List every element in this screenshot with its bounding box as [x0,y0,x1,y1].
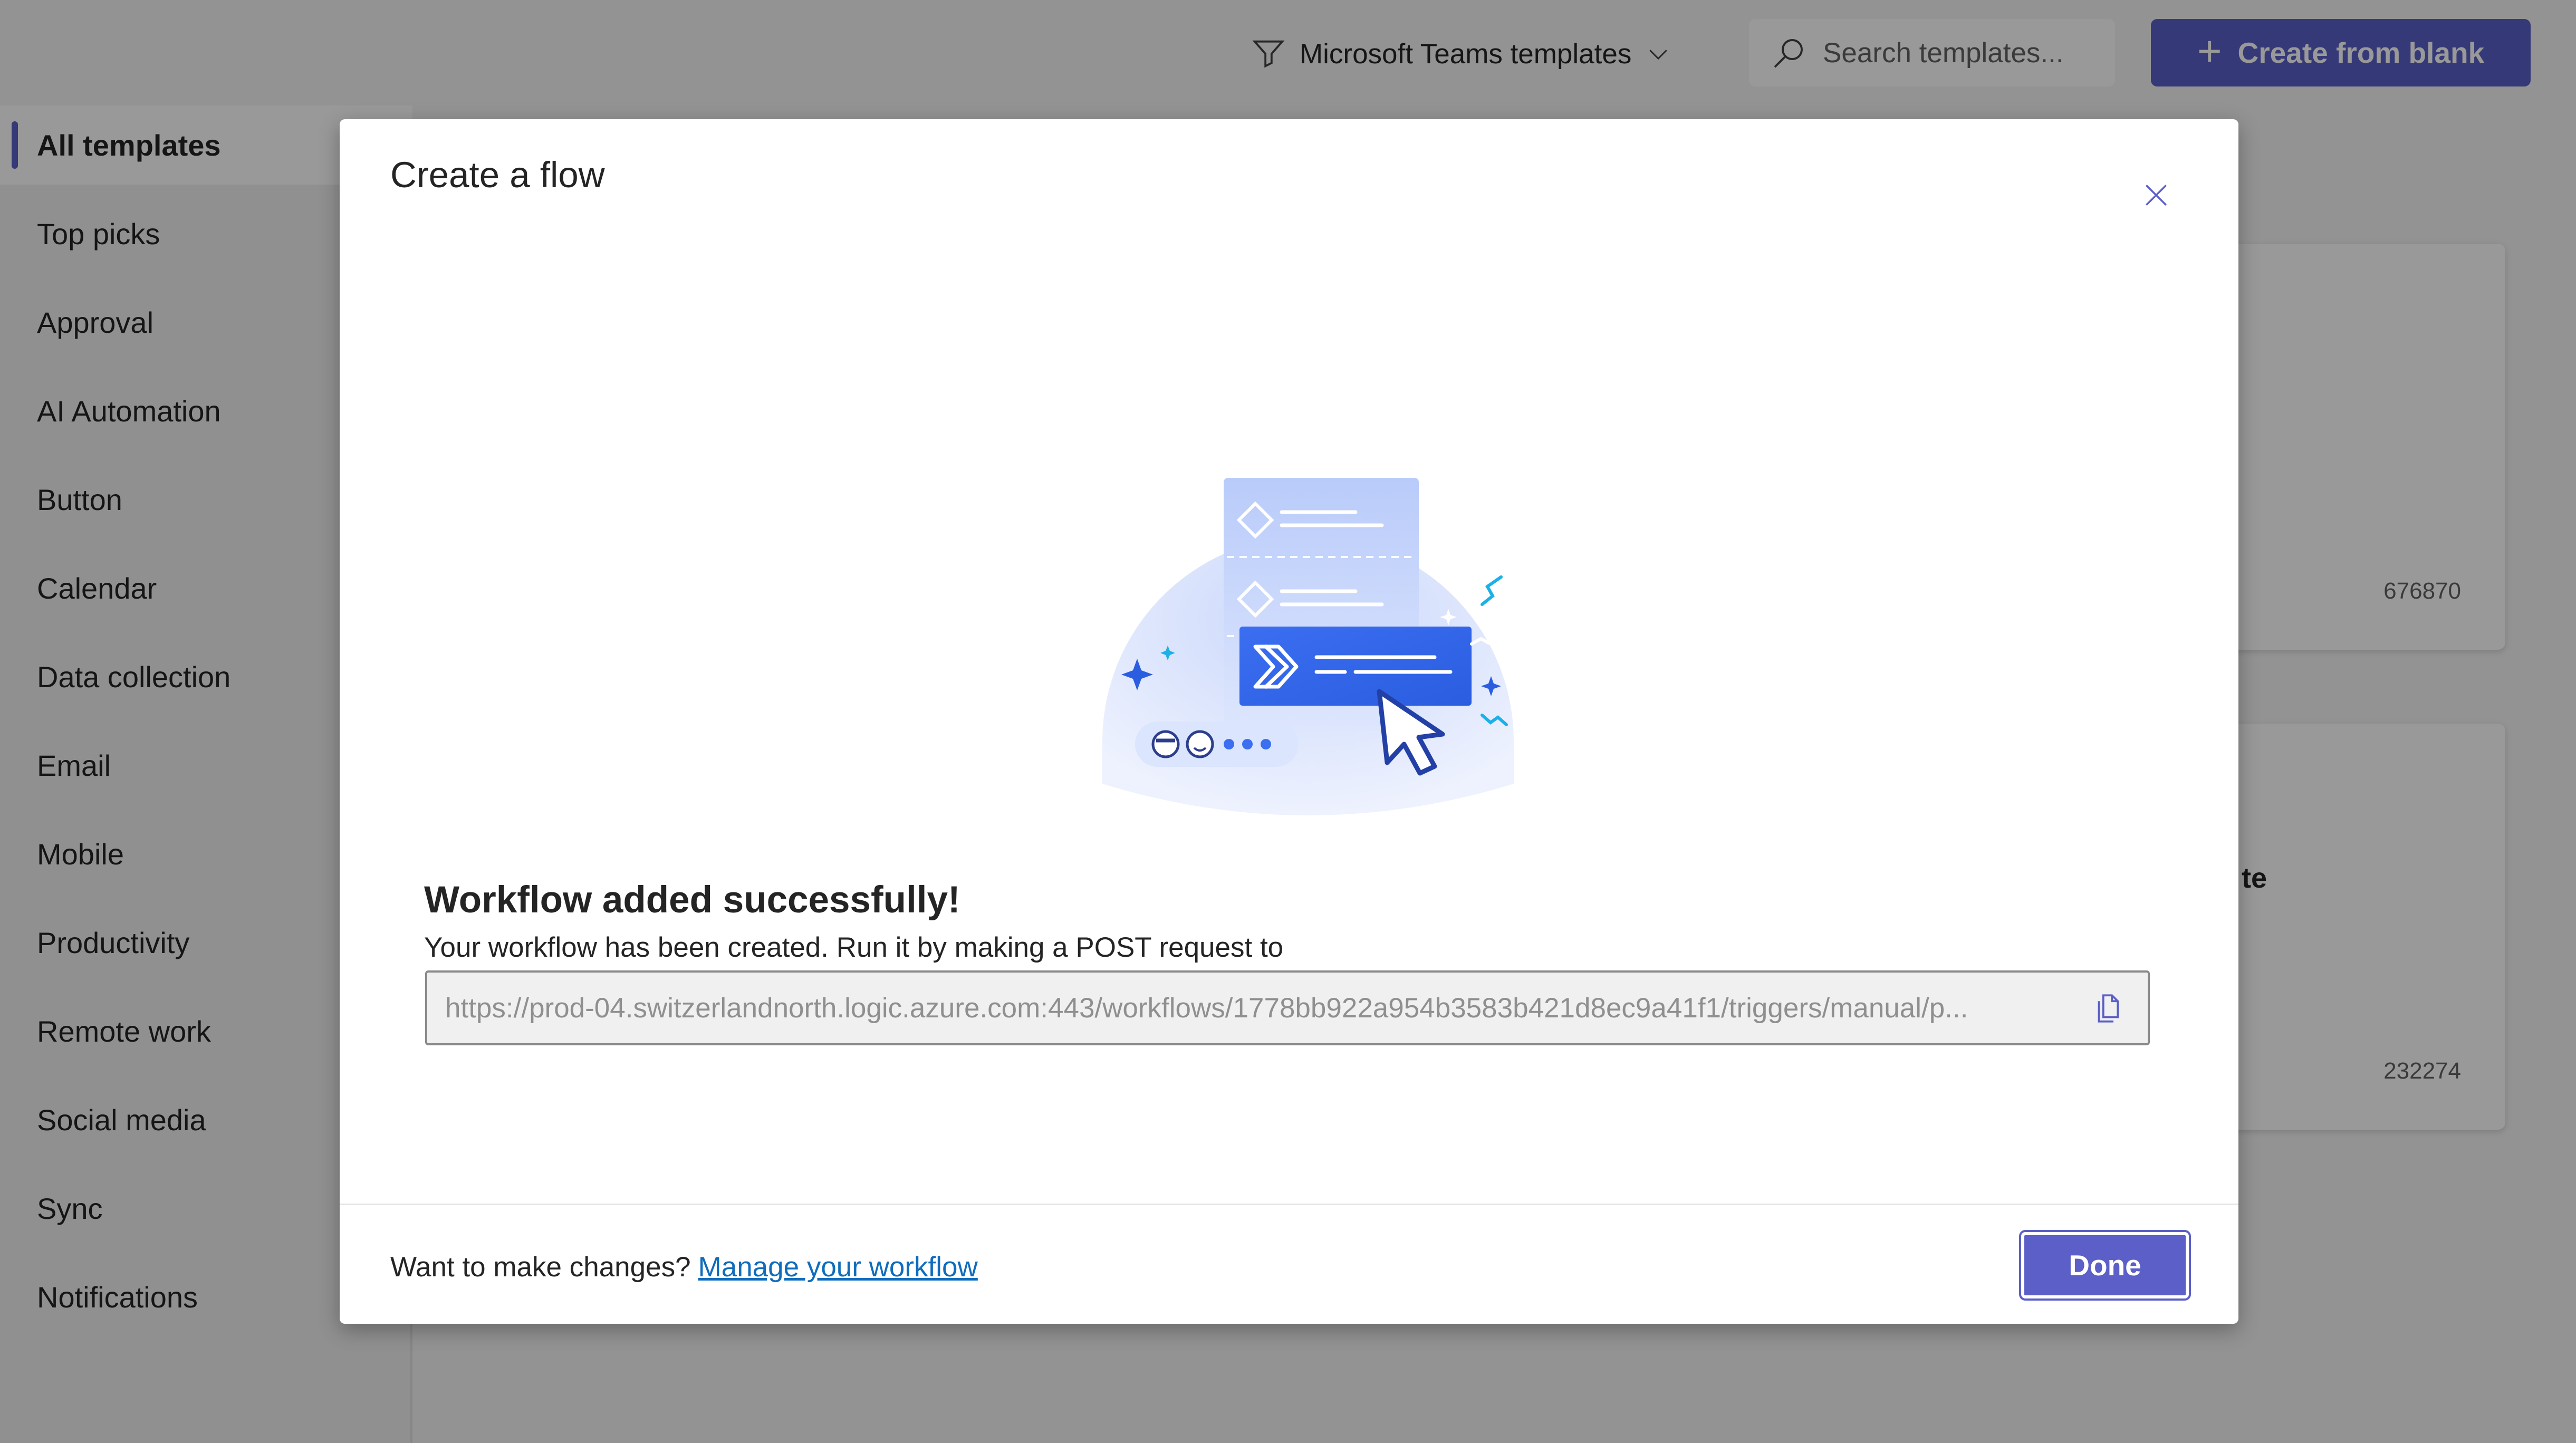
copy-icon [2098,994,2119,1023]
teams-workflows-app: Microsoft Teams templates Search templat… [0,0,2576,1443]
close-icon [2146,185,2167,206]
trigger-url-field[interactable]: https://prod-04.switzerlandnorth.logic.a… [425,970,2150,1045]
trigger-url-text: https://prod-04.switzerlandnorth.logic.a… [445,992,1968,1024]
footer-prompt: Want to make changes? [390,1252,691,1283]
copy-url-button[interactable] [2088,988,2128,1028]
close-button[interactable] [2131,170,2181,220]
success-description: Your workflow has been created. Run it b… [424,932,1284,963]
dialog-divider [340,1204,2238,1205]
done-button[interactable]: Done [2019,1230,2191,1301]
success-title: Workflow added successfully! [424,879,960,921]
manage-workflow-link[interactable]: Manage your workflow [698,1251,978,1283]
dialog-title: Create a flow [390,155,605,195]
dialog-footer-text: Want to make changes? Manage your workfl… [390,1251,978,1283]
workflow-illustration [1102,478,1514,815]
create-flow-dialog: Create a flow Workflow added successfull… [340,119,2238,1324]
